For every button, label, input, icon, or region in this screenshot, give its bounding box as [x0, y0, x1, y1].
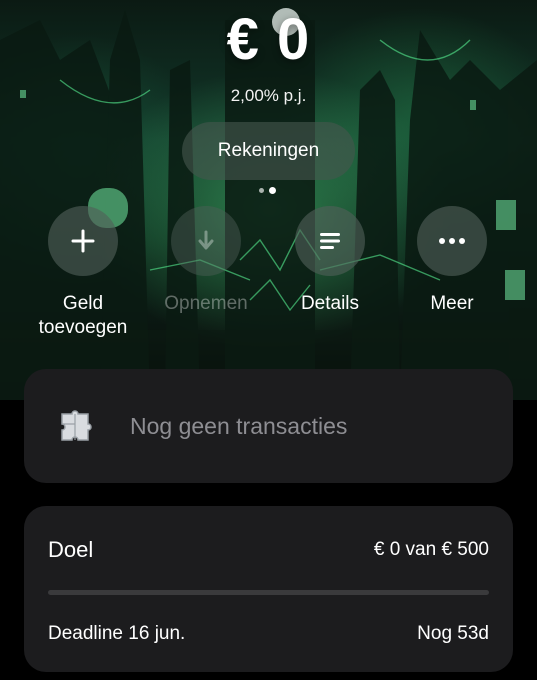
interest-rate: 2,00% p.j.	[230, 86, 307, 105]
puzzle-icon	[61, 410, 92, 441]
plus-icon	[71, 229, 95, 253]
details-button[interactable]: Details	[270, 206, 390, 316]
goal-card[interactable]: Doel € 0 van € 500 Deadline 16 jun. Nog …	[24, 506, 513, 672]
goal-remaining: Nog 53d	[417, 623, 489, 644]
add-money-circle[interactable]	[48, 206, 118, 276]
goal-deadline: Deadline 16 jun.	[48, 623, 186, 644]
page-dot	[259, 188, 264, 193]
withdraw-button[interactable]: Opnemen	[146, 206, 266, 316]
details-label: Details	[300, 293, 360, 314]
transactions-card[interactable]: Nog geen transacties	[24, 369, 513, 483]
more-dots-icon	[439, 238, 465, 244]
withdraw-label: Opnemen	[164, 293, 248, 314]
more-circle[interactable]	[417, 206, 487, 276]
page-indicator	[259, 187, 276, 194]
goal-title: Doel	[48, 537, 94, 562]
details-circle[interactable]	[295, 206, 365, 276]
withdraw-circle[interactable]	[171, 206, 241, 276]
balance-amount: € 0	[226, 7, 311, 72]
goal-amount: € 0 van € 500	[373, 539, 489, 560]
arrow-down-icon	[198, 230, 214, 250]
accounts-button[interactable]: Rekeningen	[182, 122, 355, 180]
add-money-button[interactable]: Geld toevoegen	[23, 206, 143, 340]
add-money-label: Geld toevoegen	[38, 293, 128, 338]
goal-progress-bar	[48, 590, 489, 595]
more-button[interactable]: Meer	[392, 206, 512, 316]
page-dot-active	[269, 187, 276, 194]
empty-transactions-text: Nog geen transacties	[130, 412, 348, 439]
details-list-icon	[320, 233, 340, 249]
more-label: Meer	[430, 293, 474, 314]
